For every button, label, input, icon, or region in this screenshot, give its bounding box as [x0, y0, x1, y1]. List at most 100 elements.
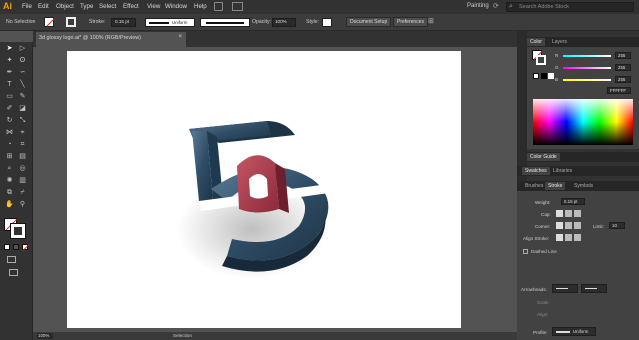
- color-stroke-box[interactable]: [536, 55, 546, 65]
- tab-libraries[interactable]: Libraries: [550, 167, 575, 175]
- g-slider[interactable]: [563, 67, 611, 69]
- symbol-sprayer-tool-icon[interactable]: ✺: [5, 176, 14, 185]
- line-tool-icon[interactable]: ╲: [18, 80, 27, 89]
- tab-stroke[interactable]: Stroke: [545, 182, 566, 190]
- round-join-button[interactable]: [565, 222, 572, 229]
- artboard-tool-icon[interactable]: ⧉: [5, 188, 14, 197]
- gradient-mode-icon[interactable]: [13, 244, 19, 250]
- gradient-tool-icon[interactable]: ▤: [18, 152, 27, 161]
- black-swatch[interactable]: [541, 73, 547, 79]
- blend-tool-icon[interactable]: ◎: [18, 164, 27, 173]
- white-swatch[interactable]: [548, 73, 554, 79]
- tab-symbols[interactable]: Symbols: [571, 182, 596, 190]
- brush-definition[interactable]: [200, 18, 250, 27]
- arrange-documents-icon[interactable]: [232, 2, 243, 11]
- stroke-color-box[interactable]: [10, 223, 26, 239]
- align-icon[interactable]: ⊞: [428, 17, 438, 26]
- projecting-cap-button[interactable]: [574, 210, 581, 217]
- align-outside-button[interactable]: [574, 234, 581, 241]
- magic-wand-tool-icon[interactable]: ✦: [5, 56, 14, 65]
- tab-color[interactable]: Color: [527, 38, 545, 46]
- free-transform-tool-icon[interactable]: ⌖: [18, 128, 27, 137]
- eyedropper-tool-icon[interactable]: ⌕: [5, 164, 14, 173]
- menu-edit[interactable]: Edit: [38, 3, 49, 10]
- graphic-style-swatch[interactable]: [322, 18, 332, 27]
- b-slider[interactable]: [563, 79, 611, 81]
- mesh-tool-icon[interactable]: ⊞: [5, 152, 14, 161]
- variable-width-profile[interactable]: Uniform: [145, 18, 195, 27]
- selection-tool-icon[interactable]: ➤: [5, 44, 14, 53]
- shaper-tool-icon[interactable]: ✐: [5, 104, 14, 113]
- lasso-tool-icon[interactable]: ʘ: [18, 56, 27, 65]
- paintbrush-tool-icon[interactable]: ✎: [18, 92, 27, 101]
- bridge-icon[interactable]: [214, 2, 223, 11]
- menu-view[interactable]: View: [147, 3, 160, 10]
- bevel-join-button[interactable]: [574, 222, 581, 229]
- glossy-5-logo-artwork[interactable]: [67, 51, 461, 328]
- shape-builder-tool-icon[interactable]: ◔: [5, 140, 14, 149]
- direct-selection-tool-icon[interactable]: ▷: [18, 44, 27, 53]
- r-value[interactable]: 255: [615, 52, 631, 59]
- perspective-grid-tool-icon[interactable]: ⌗: [18, 140, 27, 149]
- g-value[interactable]: 255: [615, 64, 631, 71]
- r-slider[interactable]: [563, 55, 611, 57]
- workspace-switcher[interactable]: Painting: [467, 3, 489, 9]
- screen-mode-icon[interactable]: [9, 269, 18, 276]
- scale-tool-icon[interactable]: ⤡: [18, 116, 27, 125]
- width-tool-icon[interactable]: ⋈: [5, 128, 14, 137]
- menu-effect[interactable]: Effect: [123, 3, 139, 10]
- color-spectrum[interactable]: [533, 99, 633, 145]
- zoom-field[interactable]: 100%: [37, 333, 53, 339]
- miter-join-button[interactable]: [556, 222, 563, 229]
- menu-select[interactable]: Select: [99, 3, 116, 10]
- none-swatch-icon[interactable]: [533, 73, 539, 79]
- status-bar: 100% Selection: [33, 332, 517, 340]
- tab-layers[interactable]: Layers: [549, 38, 570, 46]
- opacity-field[interactable]: 100%: [272, 18, 296, 27]
- menu-window[interactable]: Window: [165, 3, 187, 10]
- document-setup-button[interactable]: Document Setup: [346, 17, 392, 27]
- type-tool-icon[interactable]: T: [5, 80, 14, 89]
- menu-file[interactable]: File: [22, 3, 32, 10]
- stroke-swatch[interactable]: [66, 17, 76, 27]
- profile-select[interactable]: Uniform: [552, 327, 596, 336]
- tab-swatches[interactable]: Swatches: [522, 167, 550, 175]
- end-arrowhead-select[interactable]: [581, 284, 607, 293]
- zoom-tool-icon[interactable]: ⚲: [18, 200, 27, 209]
- menu-type[interactable]: Type: [80, 3, 93, 10]
- align-center-button[interactable]: [556, 234, 563, 241]
- menu-object[interactable]: Object: [56, 3, 74, 10]
- tab-brushes[interactable]: Brushes: [522, 182, 546, 190]
- menu-help[interactable]: Help: [194, 3, 207, 10]
- draw-mode-icon[interactable]: [7, 256, 16, 263]
- preferences-button[interactable]: Preferences: [393, 17, 428, 27]
- fill-swatch[interactable]: [44, 17, 55, 27]
- none-mode-icon[interactable]: [22, 244, 30, 251]
- tab-color-guide[interactable]: Color Guide: [527, 153, 560, 161]
- stroke-weight-field[interactable]: 0.15 pt: [111, 18, 136, 27]
- hex-field[interactable]: FFFFFF: [607, 87, 631, 94]
- weight-field[interactable]: 0.15 pt: [561, 198, 585, 205]
- start-arrowhead-select[interactable]: [552, 284, 578, 293]
- dashed-line-checkbox[interactable]: [523, 249, 528, 254]
- hand-tool-icon[interactable]: ✋: [5, 200, 14, 209]
- limit-field[interactable]: 10: [609, 222, 625, 229]
- rotate-tool-icon[interactable]: ↻: [5, 116, 14, 125]
- pen-tool-icon[interactable]: ✒: [5, 68, 14, 77]
- close-tab-icon[interactable]: ×: [178, 34, 182, 40]
- eraser-tool-icon[interactable]: ◪: [18, 104, 27, 113]
- document-tab[interactable]: 3d glossy logo.ai* @ 100% (RGB/Preview) …: [36, 32, 186, 47]
- butt-cap-button[interactable]: [556, 210, 563, 217]
- sync-icon[interactable]: ⟳: [493, 2, 502, 11]
- curvature-tool-icon[interactable]: ∽: [18, 68, 27, 77]
- stock-search[interactable]: ⌕ Search Adobe Stock: [506, 2, 634, 12]
- color-mode-icon[interactable]: [4, 244, 10, 250]
- align-label: Align:: [537, 312, 549, 317]
- artboard[interactable]: [67, 51, 461, 328]
- align-inside-button[interactable]: [565, 234, 572, 241]
- slice-tool-icon[interactable]: ⌿: [18, 188, 27, 197]
- b-value[interactable]: 255: [615, 76, 631, 83]
- rectangle-tool-icon[interactable]: ▭: [5, 92, 14, 101]
- column-graph-tool-icon[interactable]: ▥: [18, 176, 27, 185]
- round-cap-button[interactable]: [565, 210, 572, 217]
